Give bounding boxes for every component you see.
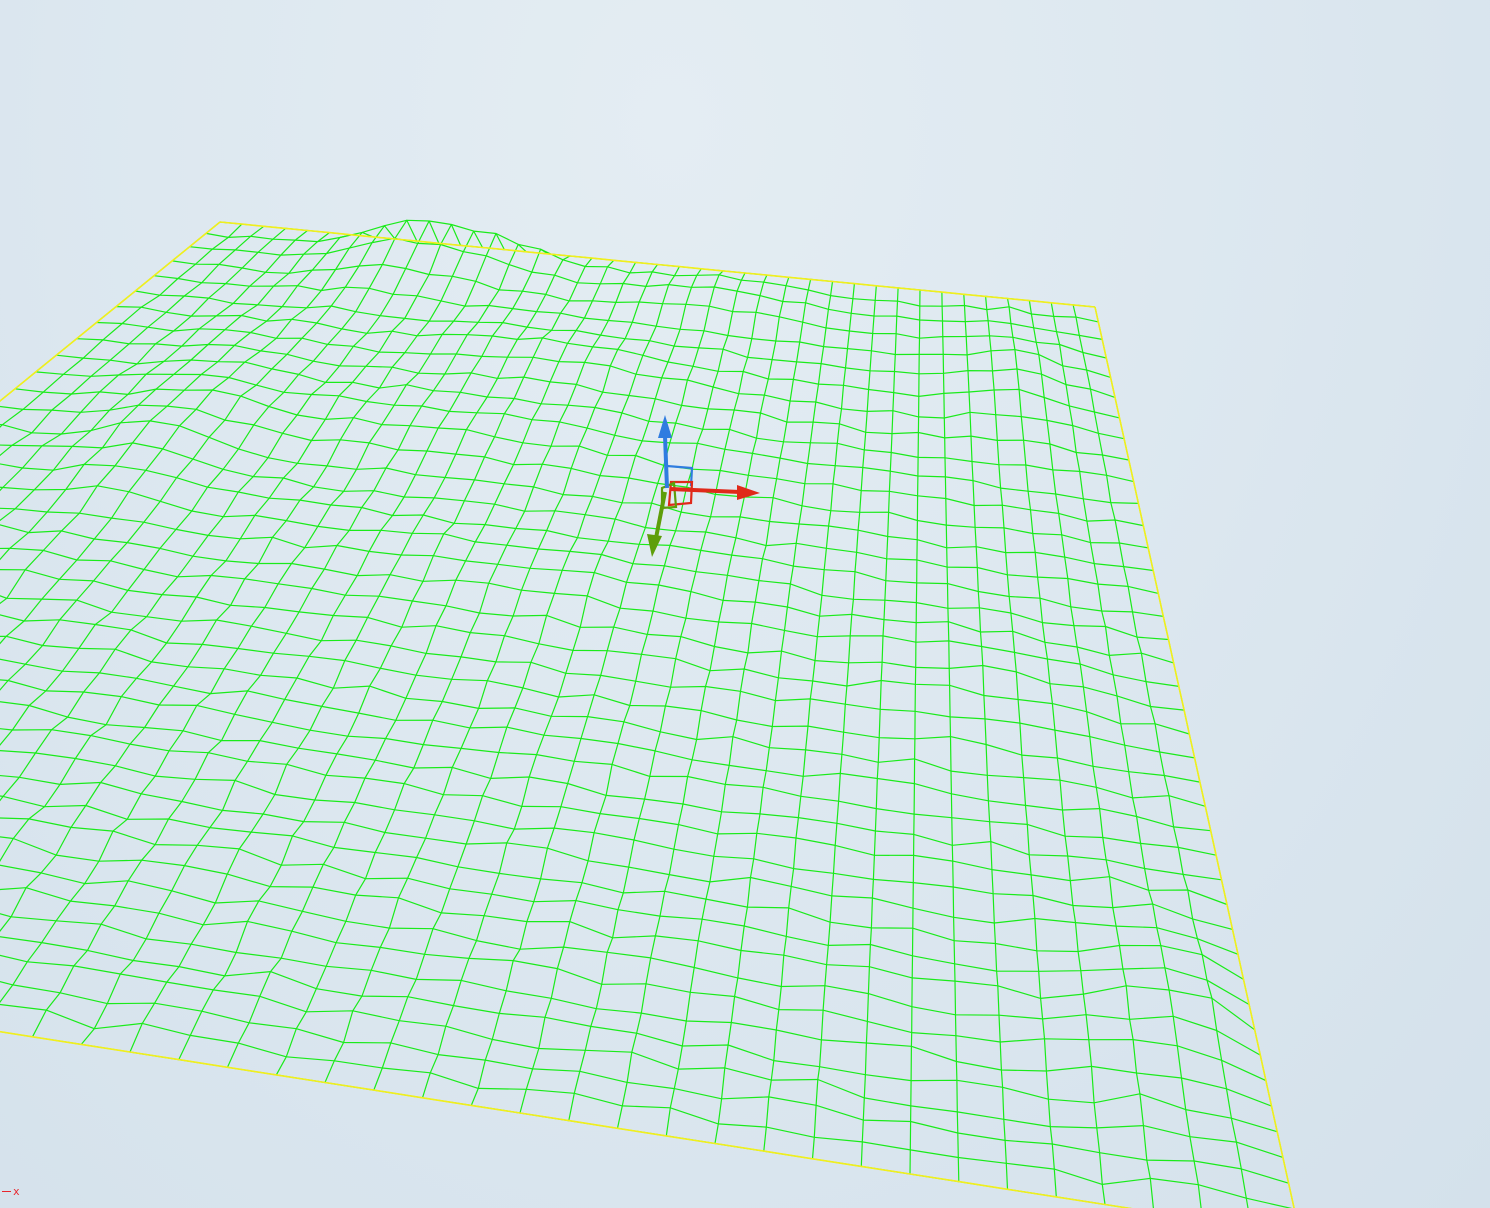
mesh-gridline [0,231,374,645]
mesh-gridline [0,232,505,1004]
mesh-gridline [226,259,615,1068]
gizmo-y-axis-arrow[interactable] [647,491,667,557]
mesh-gridline [763,283,855,1152]
terrain-wireframe-mesh [0,219,1295,1208]
mesh-gridline [0,795,1244,980]
mesh-gridline [0,1031,1132,1208]
mesh-gridline [714,281,834,1144]
terrain-border-near [0,1030,1133,1208]
mesh-gridline [0,836,1256,1031]
mesh-gridline [0,420,1154,572]
mesh-gridline [519,272,746,1114]
mesh-gridline [963,294,1009,1190]
x-axis-line [2,1190,11,1192]
mesh-gridline [373,266,680,1091]
mesh-gridline [0,936,1278,1133]
terrain-border-right [1094,306,1295,1208]
mesh-gridline [0,220,440,802]
mesh-gridline [80,248,549,1045]
terrain-scene[interactable] [0,0,1490,1208]
terrain-border [0,221,1295,1208]
mesh-gridline [909,289,921,1175]
mesh-gridline [0,219,418,746]
mesh-gridline [0,614,1201,783]
mesh-gridline [0,223,243,428]
terrain-border-far [219,221,1096,308]
mesh-gridline [665,279,812,1136]
mesh-gridline [470,270,724,1106]
mesh-gridline [985,296,1057,1197]
mesh-gridline [1072,304,1249,1208]
mesh-gridline [0,635,1206,807]
mesh-gridline [0,728,1228,906]
axis-orientation-indicator: x [2,1183,20,1199]
mesh-gridline [0,223,462,862]
mesh-gridline [15,388,1144,527]
mesh-gridline [275,262,637,1076]
mesh-gridline [0,981,1289,1184]
mesh-gridline [0,679,1217,856]
mesh-gridline [0,864,1261,1056]
x-axis-label: x [13,1184,20,1198]
mesh-gridline [0,485,1169,641]
mesh-gridline [616,277,790,1129]
mesh-gridline [0,232,330,561]
mesh-gridline [1094,306,1295,1208]
transform-gizmo[interactable] [647,415,760,557]
3d-viewport[interactable]: x [0,0,1490,1208]
mesh-gridline [0,225,396,691]
mesh-gridline [0,524,1179,687]
